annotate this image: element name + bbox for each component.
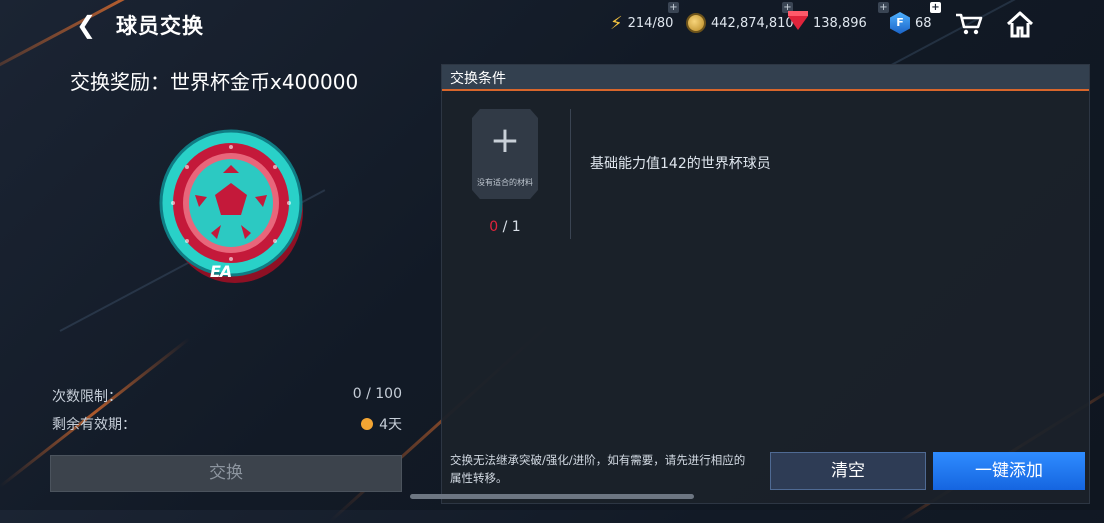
gem-counter: 138,896 xyxy=(788,8,867,38)
coin-icon xyxy=(686,13,706,33)
cart-icon[interactable] xyxy=(955,12,983,36)
material-slot[interactable]: + 没有适合的材料 xyxy=(472,109,538,199)
exchange-button[interactable]: 交换 xyxy=(50,455,402,492)
gem-icon xyxy=(788,11,808,30)
energy-value: 214/80 xyxy=(627,15,674,31)
expiry-value: 4天 xyxy=(379,417,402,433)
one-click-add-button[interactable]: 一键添加 xyxy=(933,452,1085,490)
back-icon[interactable]: ❮ xyxy=(74,10,98,40)
gem-value: 138,896 xyxy=(813,15,867,31)
scrollbar[interactable] xyxy=(410,494,694,499)
slot-label: 没有适合的材料 xyxy=(477,178,533,187)
expiry-value-wrap: 4天 xyxy=(361,414,402,434)
home-icon[interactable] xyxy=(1005,10,1035,38)
exchange-note: 交换无法继承突破/强化/进阶，如有需要，请先进行相应的属性转移。 xyxy=(450,453,746,485)
energy-icon: ⚡ xyxy=(610,12,623,34)
energy-counter: ⚡ 214/80 xyxy=(610,8,673,38)
f-point-counter: F 68 xyxy=(890,8,932,38)
count-limit-row: 次数限制： 0 / 100 xyxy=(52,386,402,406)
f-point-icon: F xyxy=(890,12,910,34)
expiry-label: 剩余有效期： xyxy=(52,417,136,433)
count-limit-value: 0 / 100 xyxy=(352,386,402,402)
reward-title: 交换奖励：世界杯金币x400000 xyxy=(70,70,359,94)
add-energy-button[interactable]: + xyxy=(668,2,679,13)
plus-icon: + xyxy=(489,120,521,161)
divider xyxy=(570,109,571,239)
clear-button[interactable]: 清空 xyxy=(770,452,926,490)
slot-count: 0 / 1 xyxy=(472,219,538,235)
requirement-text: 基础能力值142的世界杯球员 xyxy=(590,156,771,172)
coin-counter: 442,874,810 xyxy=(686,8,794,38)
add-gem-button[interactable]: + xyxy=(878,2,889,13)
expiry-row: 剩余有效期： 4天 xyxy=(52,414,402,434)
panel-title: 交换条件 xyxy=(450,71,506,87)
world-cup-coin-icon xyxy=(159,129,303,283)
f-point-value: 68 xyxy=(915,15,932,31)
panel-header: 交换条件 xyxy=(442,65,1089,91)
add-f-point-button[interactable]: + xyxy=(930,2,941,13)
top-bar: ❮ 球员交换 ⚡ 214/80 + 442,874,810 + 138,896 … xyxy=(0,0,1104,52)
coin-value: 442,874,810 xyxy=(711,15,794,31)
exchange-conditions-panel: 交换条件 + 没有适合的材料 0 / 1 基础能力值142的世界杯球员 交换无法… xyxy=(441,64,1090,504)
page-title: 球员交换 xyxy=(116,14,204,38)
slot-count-current: 0 xyxy=(489,219,499,235)
slot-count-total: / 1 xyxy=(498,219,521,235)
timer-icon xyxy=(361,418,374,430)
count-limit-label: 次数限制： xyxy=(52,389,122,405)
ea-logo: EA xyxy=(210,262,232,281)
